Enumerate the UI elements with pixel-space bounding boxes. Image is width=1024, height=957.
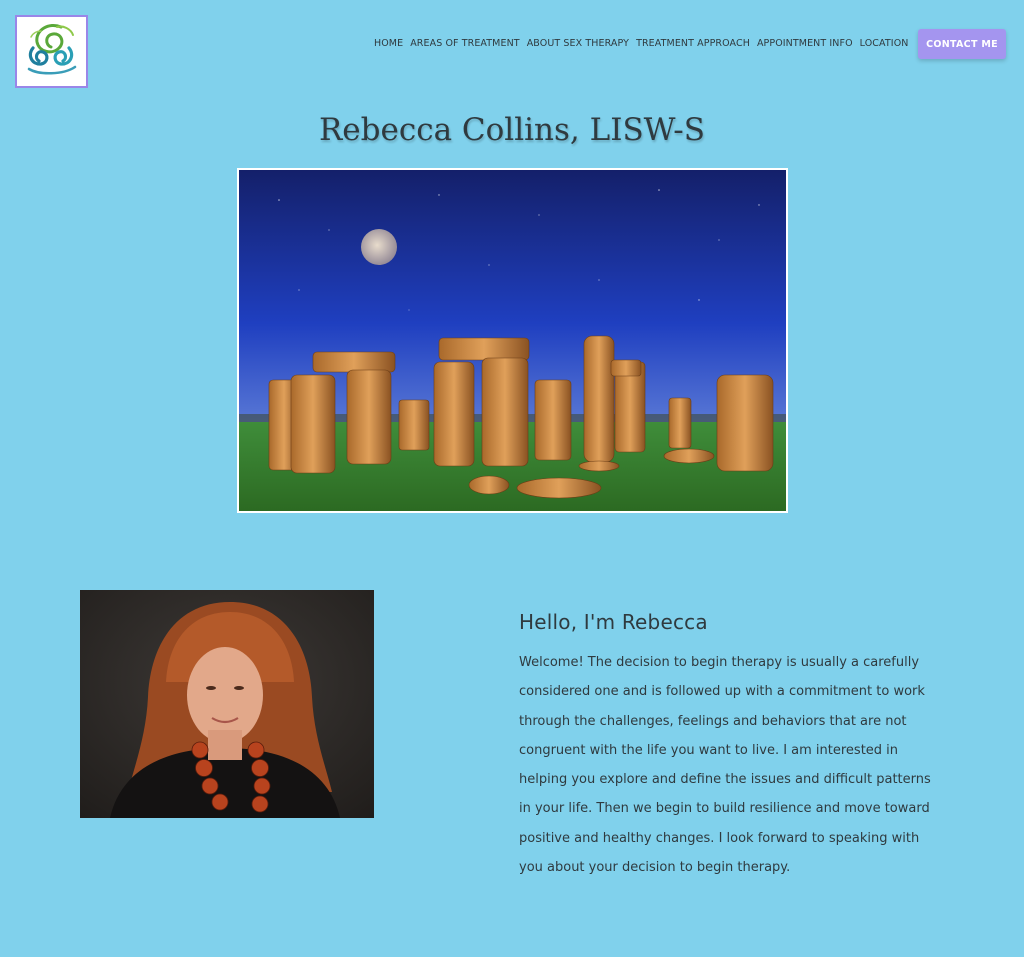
nav-about-sex-therapy[interactable]: ABOUT SEX THERAPY — [523, 38, 632, 49]
hero-image — [237, 168, 788, 513]
contact-me-button[interactable]: CONTACT ME — [918, 29, 1006, 59]
site-logo[interactable] — [15, 15, 88, 88]
nav-treatment-approach[interactable]: TREATMENT APPROACH — [633, 38, 754, 49]
main-nav: HOME AREAS OF TREATMENT ABOUT SEX THERAP… — [370, 38, 912, 49]
intro-heading: Hello, I'm Rebecca — [519, 610, 708, 634]
intro-body: Welcome! The decision to begin therapy i… — [519, 655, 931, 876]
portrait-photo — [80, 590, 374, 818]
nav-location[interactable]: LOCATION — [856, 38, 912, 49]
nav-home[interactable]: HOME — [370, 38, 406, 49]
nav-areas-of-treatment[interactable]: AREAS OF TREATMENT — [407, 38, 524, 49]
page-title: Rebecca Collins, LISW-S — [318, 112, 706, 148]
triple-spiral-logo-icon — [17, 17, 86, 86]
nav-appointment-info[interactable]: APPOINTMENT INFO — [753, 38, 856, 49]
